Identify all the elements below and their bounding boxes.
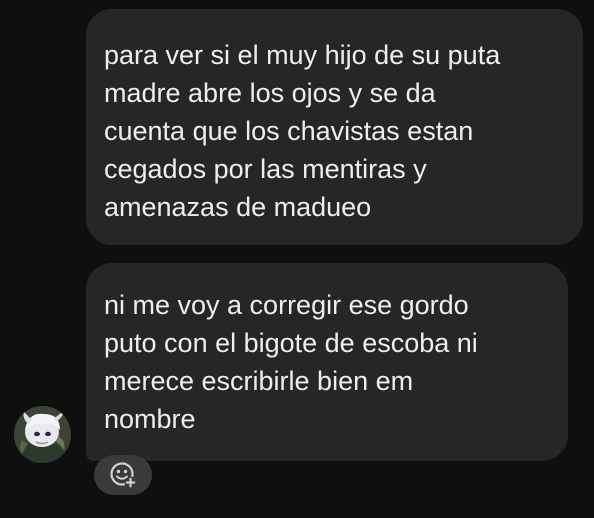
message-line: merece escribirle bien em	[104, 366, 414, 396]
add-reaction-button[interactable]	[94, 455, 152, 495]
avatar-image	[14, 406, 71, 463]
message-line: ni me voy a corregir ese gordo	[104, 290, 469, 320]
message-line: cegados por las mentiras y	[104, 154, 427, 184]
message-line: cuenta que los chavistas estan	[104, 116, 474, 146]
message-line: nombre	[104, 404, 196, 434]
message-bubble[interactable]: ni me voy a corregir ese gordo puto con …	[86, 263, 568, 461]
message-line: madre abre los ojos y se da	[104, 78, 436, 108]
message-line: para ver si el muy hijo de su puta	[104, 40, 501, 70]
chat-thread: para ver si el muy hijo de su puta madre…	[0, 0, 594, 518]
message-bubble[interactable]: para ver si el muy hijo de su puta madre…	[86, 9, 583, 245]
add-reaction-icon	[110, 462, 137, 489]
message-line: puto con el bigote de escoba ni	[104, 328, 478, 358]
message-line: amenazas de madueo	[104, 192, 372, 222]
sender-avatar[interactable]	[14, 406, 71, 463]
